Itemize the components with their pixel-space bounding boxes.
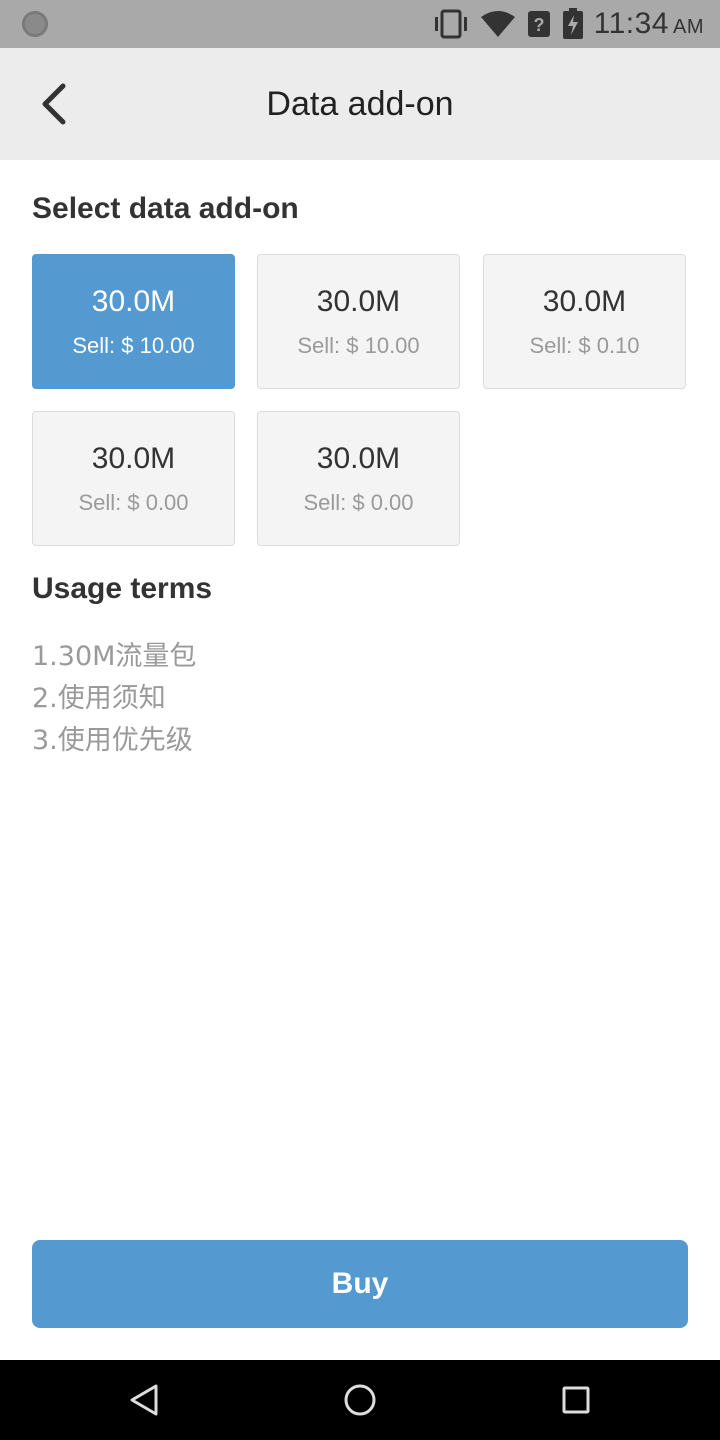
usage-term-item: 3.使用优先级	[32, 725, 193, 756]
nav-home-button[interactable]	[338, 1378, 382, 1422]
vibrate-icon	[434, 9, 467, 39]
page-title: Data add-on	[266, 84, 454, 123]
app-bar: Data add-on	[0, 48, 720, 160]
status-bar: ? 11:34 AM	[0, 0, 720, 48]
signal-unknown-icon: ?	[527, 11, 550, 37]
usage-term-item: 2.使用须知	[32, 683, 166, 714]
nav-back-icon	[130, 1384, 158, 1416]
status-icons: ? 11:34 AM	[432, 0, 704, 48]
battery-charging-icon	[562, 8, 583, 39]
package-price: Sell: $ 0.00	[303, 489, 414, 515]
package-price: Sell: $ 0.10	[529, 332, 640, 358]
back-button[interactable]	[24, 76, 84, 132]
nav-back-button[interactable]	[122, 1378, 166, 1422]
package-price: Sell: $ 0.00	[78, 489, 189, 515]
package-option-3[interactable]: 30.0M Sell: $ 0.10	[483, 254, 686, 389]
package-size: 30.0M	[316, 284, 401, 318]
wifi-icon	[480, 11, 515, 37]
buy-button[interactable]: Buy	[32, 1240, 688, 1328]
package-option-4[interactable]: 30.0M Sell: $ 0.00	[32, 411, 235, 546]
nav-recent-apps-button[interactable]	[554, 1378, 598, 1422]
select-data-addon-heading: Select data add-on	[32, 192, 299, 225]
usage-term-item: 1.30M流量包	[32, 641, 197, 672]
system-nav-bar	[0, 1360, 720, 1440]
package-price: Sell: $ 10.00	[72, 332, 195, 358]
package-size: 30.0M	[316, 441, 401, 475]
package-size: 30.0M	[91, 441, 176, 475]
svg-text:?: ?	[533, 15, 544, 35]
usage-terms-list: 1.30M流量包 2.使用须知 3.使用优先级	[32, 636, 196, 762]
package-option-5[interactable]: 30.0M Sell: $ 0.00	[257, 411, 460, 546]
package-size: 30.0M	[542, 284, 627, 318]
package-option-2[interactable]: 30.0M Sell: $ 10.00	[257, 254, 460, 389]
notification-dot-icon	[22, 11, 48, 37]
nav-recent-apps-icon	[562, 1386, 590, 1414]
nav-home-icon	[344, 1384, 376, 1416]
usage-terms-heading: Usage terms	[32, 572, 213, 605]
package-price: Sell: $ 10.00	[297, 332, 420, 358]
package-option-1[interactable]: 30.0M Sell: $ 10.00	[32, 254, 235, 389]
chevron-left-icon	[42, 83, 66, 125]
status-time: 11:34 AM	[593, 7, 704, 40]
package-size: 30.0M	[91, 284, 176, 318]
